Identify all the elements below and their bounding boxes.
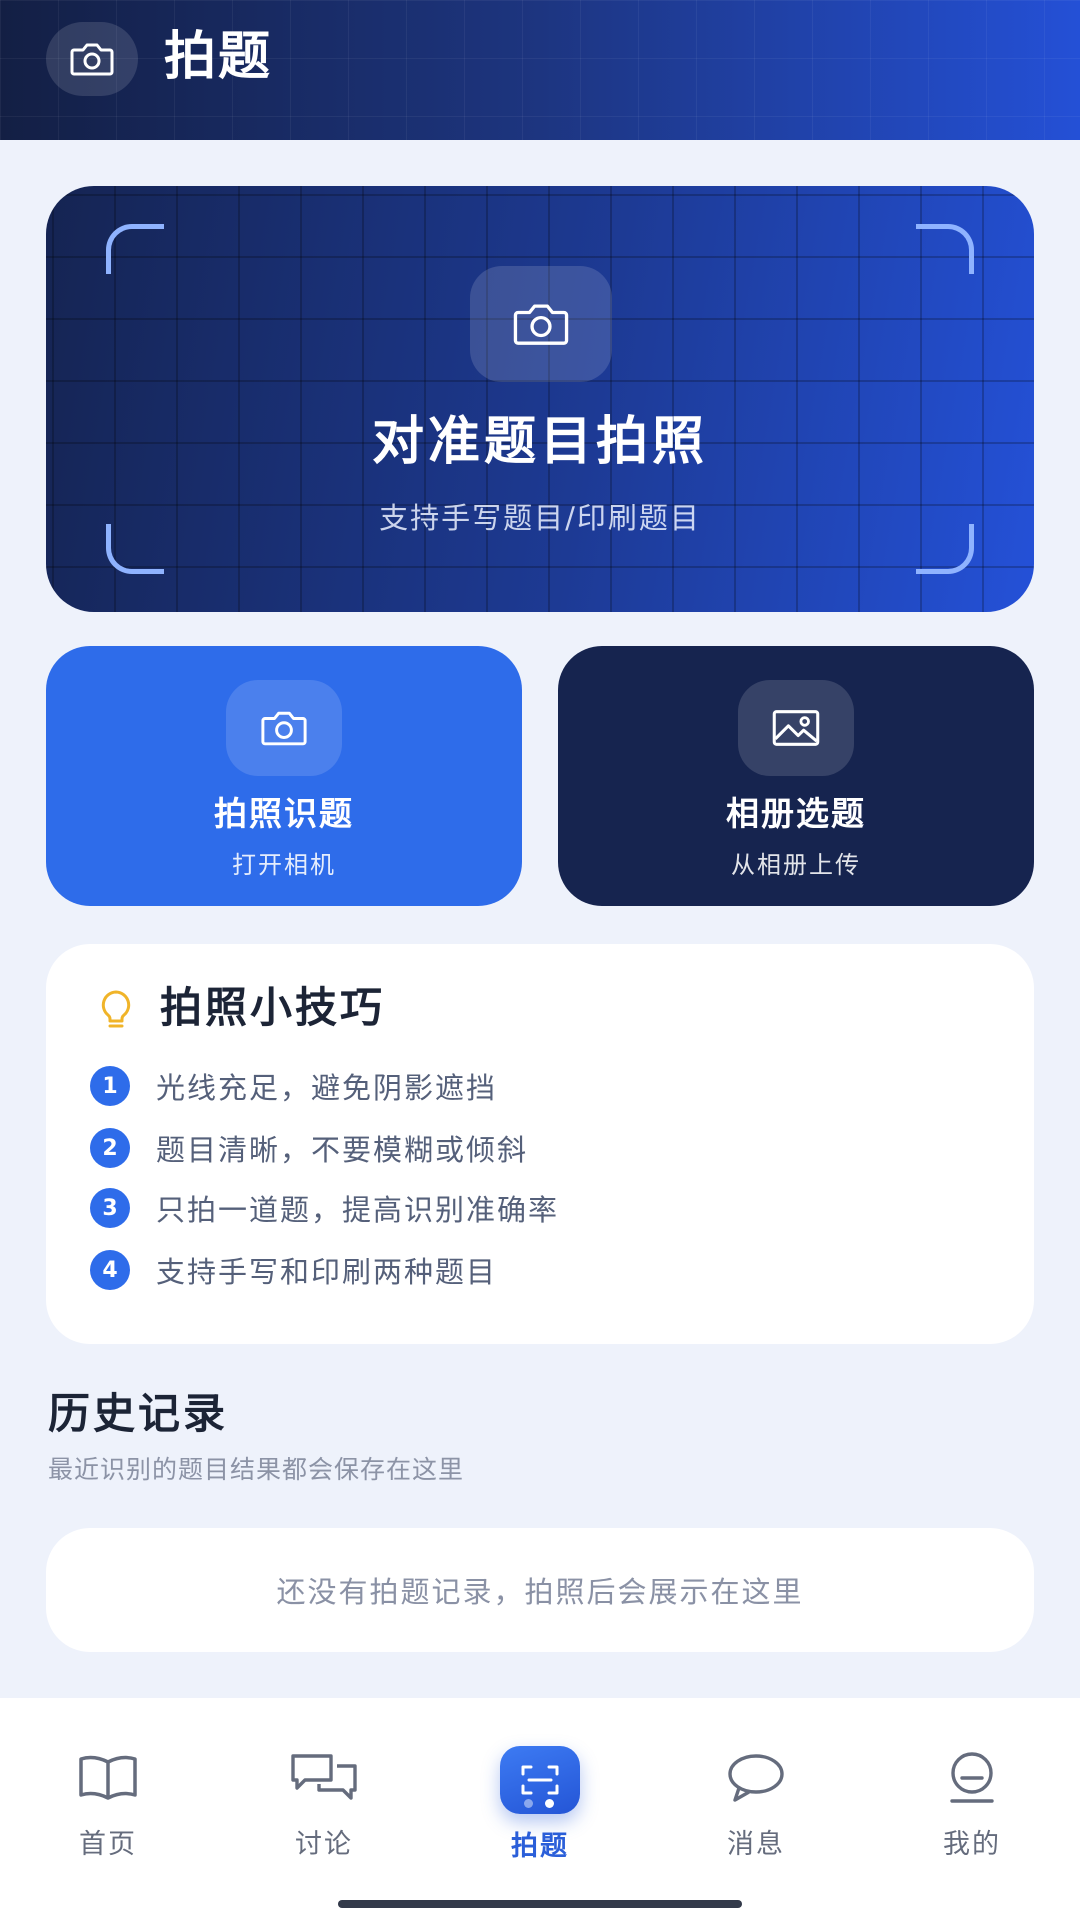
tip-text: 只拍一道题，提高识别准确率 xyxy=(156,1193,560,1227)
nav-active-background xyxy=(500,1746,580,1814)
nav-label-messages: 消息 xyxy=(727,1829,785,1860)
nav-label-scan: 拍题 xyxy=(511,1831,569,1862)
lightbulb-icon xyxy=(101,990,131,1028)
history-subtitle: 最近识别的题目结果都会保存在这里 xyxy=(48,1455,465,1484)
page-header: 拍题 xyxy=(0,0,1080,140)
camera-icon xyxy=(70,43,114,76)
nav-item-discuss[interactable]: 讨论 xyxy=(244,1746,404,1886)
nav-label-discuss: 讨论 xyxy=(295,1829,353,1860)
take-photo-subtitle: 打开相机 xyxy=(232,851,336,879)
tip-number-badge: 1 xyxy=(90,1066,130,1106)
nav-item-messages[interactable]: 消息 xyxy=(676,1746,836,1886)
frame-corner-top-left xyxy=(106,224,164,274)
action-camera-badge xyxy=(226,680,342,776)
nav-item-scan[interactable]: 拍题 xyxy=(460,1746,620,1886)
tip-number-badge: 3 xyxy=(90,1188,130,1228)
home-indicator[interactable] xyxy=(338,1900,742,1908)
profile-icon xyxy=(950,1752,994,1803)
frame-corner-top-right xyxy=(916,224,974,274)
choose-from-album-button[interactable]: 相册选题 从相册上传 xyxy=(558,646,1034,906)
nav-indicator-dots xyxy=(524,1799,554,1808)
bottom-nav: 首页 讨论 拍题 消息 我的 xyxy=(0,1698,1080,1920)
action-album-badge xyxy=(738,680,854,776)
tip-text: 支持手写和印刷两种题目 xyxy=(156,1255,498,1289)
nav-label-profile: 我的 xyxy=(943,1829,1001,1860)
nav-label-home: 首页 xyxy=(79,1829,137,1860)
tip-item: 1 光线充足，避免阴影遮挡 xyxy=(90,1064,497,1108)
album-title: 相册选题 xyxy=(726,794,866,833)
history-title: 历史记录 xyxy=(48,1389,229,1438)
tip-item: 2 题目清晰，不要模糊或倾斜 xyxy=(90,1126,528,1170)
tip-item: 4 支持手写和印刷两种题目 xyxy=(90,1248,497,1292)
hero-camera-badge xyxy=(470,266,612,382)
camera-icon xyxy=(261,711,307,746)
tips-title: 拍照小技巧 xyxy=(160,983,386,1032)
tip-item: 3 只拍一道题，提高识别准确率 xyxy=(90,1186,559,1230)
message-icon xyxy=(728,1754,784,1802)
photo-tips-card: 拍照小技巧 1 光线充足，避免阴影遮挡 2 题目清晰，不要模糊或倾斜 3 只拍一… xyxy=(46,944,1034,1344)
tip-text: 题目清晰，不要模糊或倾斜 xyxy=(156,1133,529,1167)
history-empty-state: 还没有拍题记录，拍照后会展示在这里 xyxy=(46,1528,1034,1652)
nav-item-home[interactable]: 首页 xyxy=(28,1746,188,1886)
hero-title: 对准题目拍照 xyxy=(371,412,708,472)
header-camera-button[interactable] xyxy=(46,22,138,96)
chat-bubbles-icon xyxy=(291,1754,357,1800)
page-title: 拍题 xyxy=(164,27,273,87)
album-subtitle: 从相册上传 xyxy=(731,851,861,879)
grid-background xyxy=(46,186,1034,612)
scan-frame-card[interactable]: 对准题目拍照 支持手写题目/印刷题目 xyxy=(46,186,1034,612)
image-icon xyxy=(772,710,820,746)
camera-icon xyxy=(513,304,569,345)
tip-text: 光线充足，避免阴影遮挡 xyxy=(156,1071,498,1105)
take-photo-button[interactable]: 拍照识题 打开相机 xyxy=(46,646,522,906)
tip-number-badge: 4 xyxy=(90,1250,130,1290)
scan-icon xyxy=(521,1765,559,1795)
tip-number-badge: 2 xyxy=(90,1128,130,1168)
book-icon xyxy=(79,1755,137,1800)
take-photo-title: 拍照识题 xyxy=(214,794,354,833)
nav-item-profile[interactable]: 我的 xyxy=(892,1746,1052,1886)
hero-subtitle: 支持手写题目/印刷题目 xyxy=(379,501,701,535)
